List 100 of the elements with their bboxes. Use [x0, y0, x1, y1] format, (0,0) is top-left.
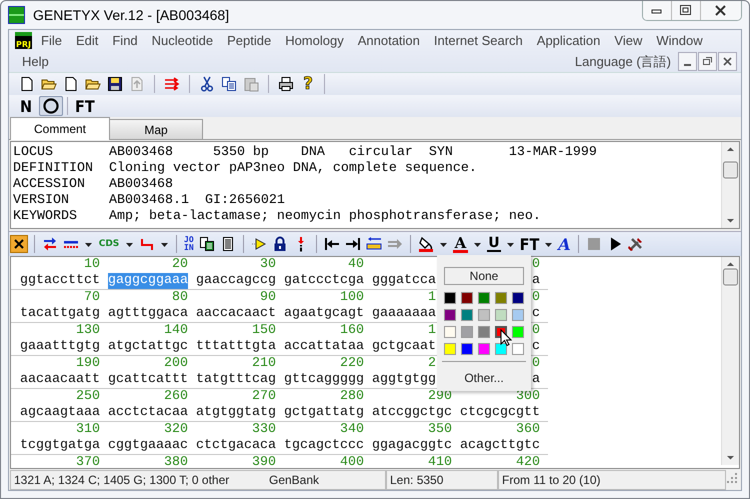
scissors-icon[interactable] — [199, 76, 215, 92]
sequence-block[interactable]: aacaacaatt — [20, 372, 100, 388]
arrows-icon[interactable] — [164, 76, 180, 92]
menu-item[interactable]: File — [34, 33, 69, 48]
sequence-block[interactable]: gatccctcga — [284, 273, 364, 289]
menu-item[interactable]: Window — [649, 33, 710, 48]
menu-item[interactable]: Peptide — [220, 33, 278, 48]
sequence-block[interactable]: tgcagctccc — [284, 438, 364, 454]
sequence-block[interactable]: atgtggtatg — [196, 405, 276, 421]
color-swatch[interactable] — [495, 309, 507, 321]
color-swatch[interactable] — [478, 309, 490, 321]
resize-grip-icon[interactable] — [726, 470, 740, 486]
sequence-block[interactable]: agaatgcagt — [284, 306, 364, 322]
none-option[interactable]: None — [444, 267, 524, 285]
color-swatch[interactable] — [444, 343, 456, 355]
marker-icon[interactable] — [250, 236, 267, 252]
sequence-block[interactable]: agcaagtaaa — [20, 405, 100, 421]
sequence-block[interactable]: tttatttgta — [196, 339, 276, 355]
jump-end-icon[interactable] — [344, 236, 361, 252]
menu-item[interactable]: Find — [105, 33, 145, 48]
sequence-block[interactable]: accattataa — [284, 339, 364, 355]
sequence-block[interactable]: aggtgtgg — [372, 372, 436, 388]
sequence-block[interactable]: ctcgcgcgtt — [460, 405, 540, 421]
menu-item[interactable]: Annotation — [350, 33, 427, 48]
sequence-block[interactable]: acctctacaa — [108, 405, 188, 421]
tab[interactable]: Map — [109, 119, 203, 139]
sequence-block[interactable]: tatgtttcag — [196, 372, 276, 388]
color-swatch[interactable] — [478, 292, 490, 304]
sequence-block[interactable]: gctgattatg — [284, 405, 364, 421]
close-icon[interactable] — [11, 236, 27, 252]
join-button[interactable]: JOIN — [184, 236, 194, 252]
sequence-block[interactable]: agtttggaca — [108, 306, 188, 322]
cds-button[interactable]: CDS — [98, 239, 120, 249]
paste-icon[interactable] — [243, 76, 259, 92]
copy-icon[interactable] — [198, 236, 215, 252]
menu-item[interactable]: Help — [15, 54, 56, 69]
new-file-icon[interactable] — [19, 76, 35, 92]
color-swatch[interactable] — [478, 326, 490, 338]
color-swatch[interactable] — [512, 292, 524, 304]
sequence-block[interactable]: c — [532, 306, 540, 322]
color-swatch[interactable] — [461, 343, 473, 355]
color-swatch[interactable] — [512, 343, 524, 355]
color-swatch[interactable] — [444, 326, 456, 338]
other-option[interactable]: Other... — [464, 371, 504, 385]
sequence-block[interactable]: ctctgacaca — [196, 438, 276, 454]
color-swatch[interactable] — [444, 292, 456, 304]
fill-color-icon[interactable] — [418, 236, 434, 252]
sequence-block[interactable]: cggtgaaaac — [108, 438, 188, 454]
color-swatch[interactable] — [461, 309, 473, 321]
minimize-icon[interactable] — [678, 52, 697, 71]
underline-button[interactable]: U — [487, 236, 501, 252]
lock-icon[interactable] — [272, 236, 288, 252]
sequence-block[interactable]: gaaccagccg — [196, 273, 276, 289]
language-menu[interactable]: Language (言語) — [574, 52, 671, 70]
menu-item[interactable]: Nucleotide — [144, 33, 220, 48]
sequence-block[interactable]: gcattcattt — [108, 372, 188, 388]
sequence-block[interactable]: gttcaggggg — [284, 372, 364, 388]
view-mode-button[interactable]: FT — [72, 96, 98, 116]
color-swatch[interactable] — [478, 343, 490, 355]
align-icon[interactable] — [366, 236, 382, 252]
save-icon[interactable] — [107, 76, 123, 92]
menu-item[interactable]: View — [607, 33, 650, 48]
circle-view-button[interactable] — [39, 96, 64, 116]
copy-icon[interactable] — [221, 76, 237, 92]
menu-item[interactable]: Edit — [68, 33, 106, 48]
sequence-block[interactable]: aaccacaact — [196, 306, 276, 322]
tools-icon[interactable] — [628, 236, 644, 252]
jump-start-icon[interactable] — [324, 236, 340, 252]
color-swatch[interactable] — [461, 326, 473, 338]
sequence-block[interactable]: c — [532, 339, 540, 355]
menu-item[interactable]: Application — [530, 33, 608, 48]
color-swatch[interactable] — [461, 292, 473, 304]
scroll-bar[interactable] — [721, 257, 739, 465]
menu-item[interactable]: Homology — [278, 33, 351, 48]
view-mode-button[interactable]: N — [17, 96, 36, 116]
sequence-block[interactable]: gaaatttgtg — [20, 339, 100, 355]
sequence-block[interactable]: tcggtgatga — [20, 438, 100, 454]
minimize-icon[interactable] — [643, 1, 672, 20]
sequence-block[interactable]: gaaaaaaa — [372, 306, 436, 322]
close-icon[interactable] — [718, 52, 737, 71]
sequence-block[interactable]: tacattgatg — [20, 306, 100, 322]
sequence-block[interactable]: atgctattgc — [108, 339, 188, 355]
swap-arrows-icon[interactable] — [42, 236, 58, 252]
color-swatch[interactable] — [444, 309, 456, 321]
sequence-block[interactable]: gggatcca — [372, 273, 436, 289]
sequence-block[interactable]: a — [532, 372, 540, 388]
color-swatch[interactable] — [495, 343, 507, 355]
color-swatch[interactable] — [495, 292, 507, 304]
sequence-block[interactable]: atccggctgc — [372, 405, 452, 421]
italic-button[interactable]: A — [558, 234, 571, 254]
sequence-block[interactable]: acagcttgtc — [460, 438, 540, 454]
sequence-block[interactable]: ggtaccttct — [20, 273, 100, 289]
font-button[interactable]: FT — [520, 234, 540, 254]
color-swatch[interactable] — [512, 309, 524, 321]
menu-item[interactable]: Internet Search — [426, 33, 530, 48]
printer-icon[interactable] — [278, 76, 294, 92]
color-swatch[interactable] — [512, 326, 524, 338]
restore-icon[interactable] — [698, 52, 717, 71]
new-file-icon[interactable] — [63, 76, 79, 92]
sequence-block[interactable]: ggagacggtc — [372, 438, 452, 454]
